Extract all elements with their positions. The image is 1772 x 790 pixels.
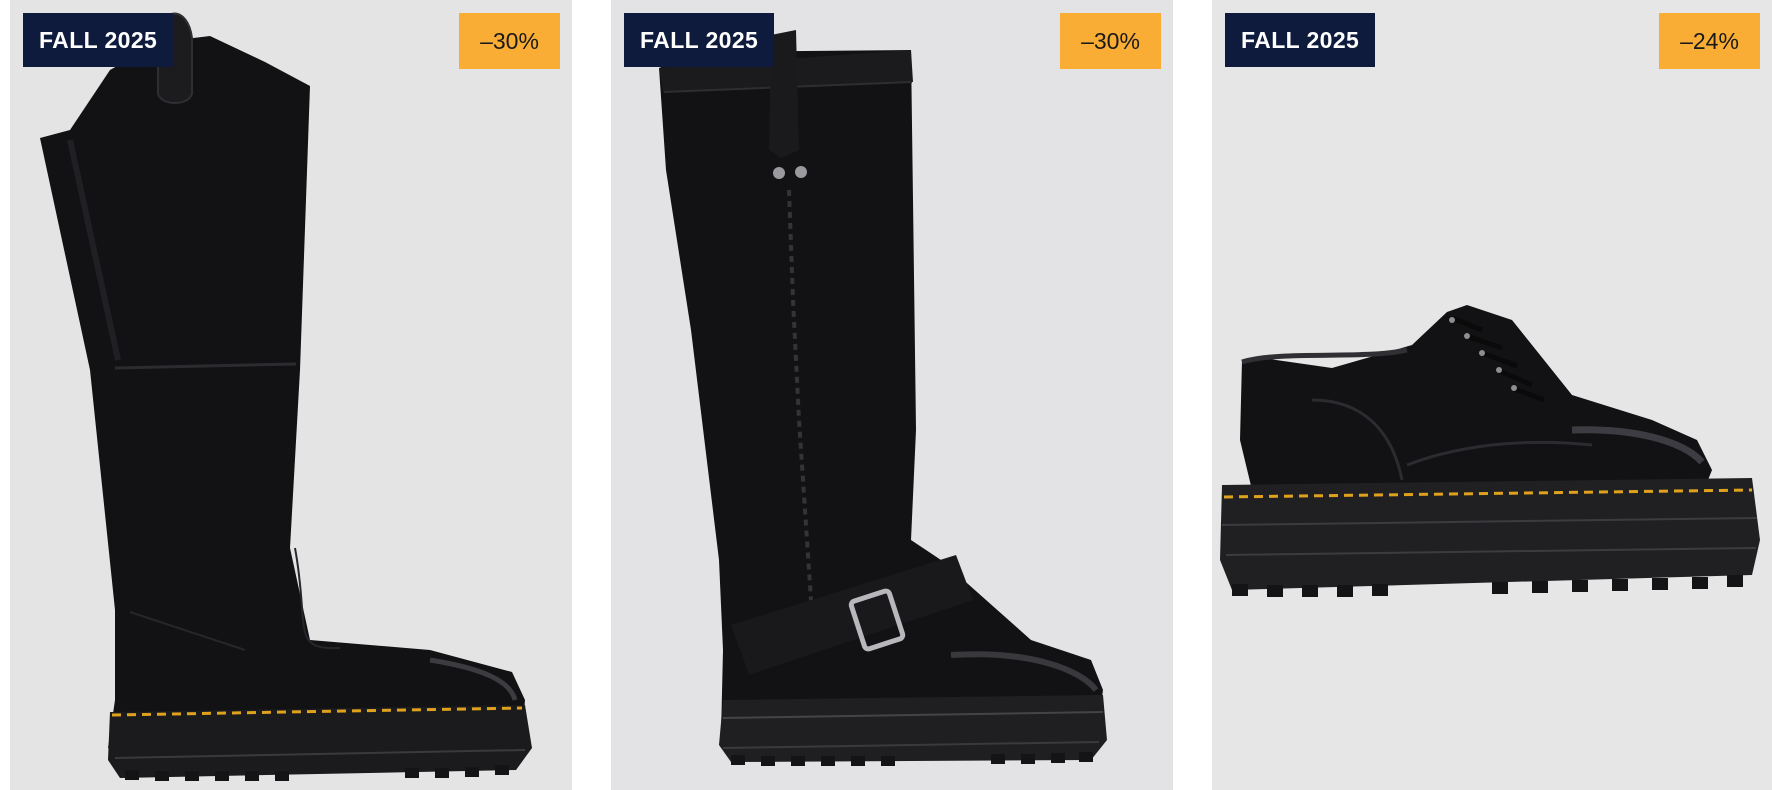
- product-card-1[interactable]: FALL 2025 –30%: [10, 0, 572, 790]
- product-grid: FALL 2025 –30% FALL 2025 –30% FALL 2025 …: [0, 0, 1772, 790]
- buckle-knee-boot-icon[interactable]: [611, 0, 1173, 790]
- product-card-2[interactable]: FALL 2025 –30%: [611, 0, 1173, 790]
- discount-badge: –30%: [459, 13, 560, 69]
- season-badge: FALL 2025: [1225, 13, 1376, 67]
- discount-badge: –24%: [1659, 13, 1760, 69]
- product-card-3[interactable]: FALL 2025 –24%: [1212, 0, 1772, 790]
- knee-high-boot-icon[interactable]: [10, 0, 572, 790]
- season-badge: FALL 2025: [23, 13, 174, 67]
- platform-shoe-icon[interactable]: [1212, 0, 1772, 790]
- discount-badge: –30%: [1060, 13, 1161, 69]
- season-badge: FALL 2025: [624, 13, 775, 67]
